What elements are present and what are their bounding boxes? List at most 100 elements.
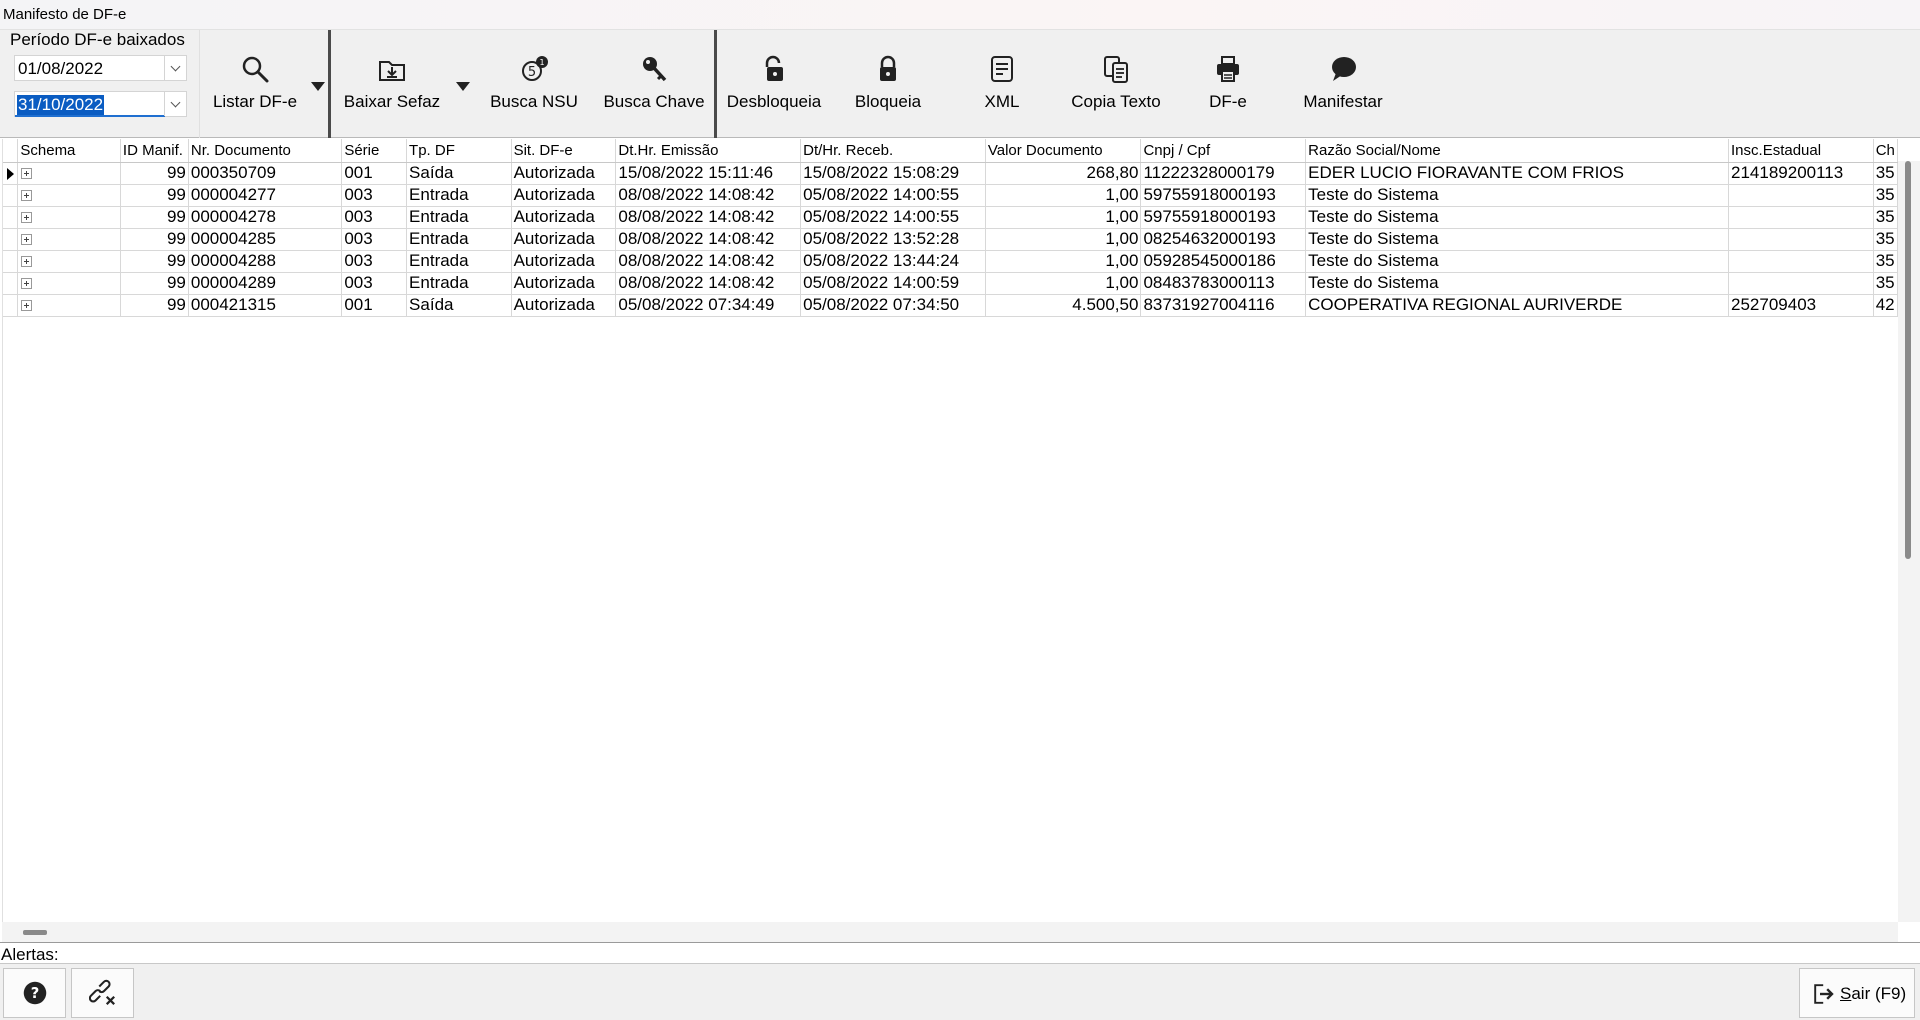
expand-icon[interactable] [21,300,33,312]
column-header[interactable]: Série [341,139,408,163]
cell-emissao[interactable]: 08/08/2022 14:08:42 [615,272,802,295]
cell-tp[interactable]: Entrada [406,228,512,251]
horizontal-scrollbar[interactable] [2,922,1898,942]
cell-tp[interactable]: Saída [406,294,512,317]
column-header[interactable]: Valor Documento [985,139,1142,163]
cell-razao[interactable]: Teste do Sistema [1305,250,1730,273]
table-row[interactable]: 99 000004288 003 Entrada Autorizada 08/08/202… [3,250,1899,273]
cell-ch[interactable]: 35 [1873,272,1899,295]
cell-valor[interactable]: 1,00 [985,228,1142,251]
table-row[interactable]: 99 000004289 003 Entrada Autorizada 08/08/202… [3,272,1899,295]
cell-cnpj[interactable]: 83731927004116 [1140,294,1307,317]
end-date-field[interactable]: 31/10/2022 [14,91,187,117]
baixar-sefaz-dropdown-arrow[interactable] [456,82,470,91]
cell-razao[interactable]: COOPERATIVA REGIONAL AURIVERDE [1305,294,1730,317]
cell-cnpj[interactable]: 11222328000179 [1140,162,1307,185]
bloqueia-button[interactable]: Bloqueia [842,54,934,124]
cell-ie[interactable] [1728,228,1874,251]
cell-tp[interactable]: Entrada [406,250,512,273]
listar-dropdown-arrow[interactable] [311,82,325,91]
vertical-scroll-thumb[interactable] [1905,161,1911,559]
cell-serie[interactable]: 001 [341,162,408,185]
cell-nr[interactable]: 000004277 [188,184,343,207]
cell-ie[interactable] [1728,272,1874,295]
column-header[interactable]: Schema [17,139,121,163]
cell-id[interactable]: 99 [120,228,189,251]
column-header[interactable]: Insc.Estadual [1728,139,1874,163]
cell-valor[interactable]: 4.500,50 [985,294,1142,317]
column-header[interactable]: ID Manif. [120,139,189,163]
cell-ie[interactable]: 214189200113 [1728,162,1874,185]
start-date-field[interactable]: 01/08/2022 [14,55,187,81]
table-row[interactable]: 99 000421315 001 Saída Autorizada 05/08/2022 … [3,294,1899,317]
cell-ch[interactable]: 35 [1873,228,1899,251]
cell-ch[interactable]: 35 [1873,250,1899,273]
cell-serie[interactable]: 003 [341,206,408,229]
cell-razao[interactable]: Teste do Sistema [1305,228,1730,251]
cell-ch[interactable]: 35 [1873,206,1899,229]
cell-receb[interactable]: 05/08/2022 14:00:55 [800,206,986,229]
cell-emissao[interactable]: 15/08/2022 15:11:46 [615,162,802,185]
horizontal-scroll-thumb[interactable] [23,930,47,935]
help-button[interactable]: ? [3,968,66,1018]
cell-valor[interactable]: 268,80 [985,162,1142,185]
cell-razao[interactable]: Teste do Sistema [1305,272,1730,295]
vertical-scrollbar[interactable] [1898,161,1920,922]
cell-sit[interactable]: Autorizada [511,294,617,317]
start-date-value[interactable]: 01/08/2022 [17,59,104,79]
cell-valor[interactable]: 1,00 [985,206,1142,229]
cell-emissao[interactable]: 08/08/2022 14:08:42 [615,184,802,207]
cell-id[interactable]: 99 [120,162,189,185]
cell-sit[interactable]: Autorizada [511,250,617,273]
cell-valor[interactable]: 1,00 [985,250,1142,273]
cell-serie[interactable]: 003 [341,184,408,207]
listar-dfe-button[interactable]: Listar DF-e [206,54,304,124]
cell-receb[interactable]: 05/08/2022 14:00:55 [800,184,986,207]
cell-receb[interactable]: 05/08/2022 14:00:59 [800,272,986,295]
end-date-value[interactable]: 31/10/2022 [17,95,105,115]
unlink-button[interactable] [71,968,134,1018]
cell-valor[interactable]: 1,00 [985,184,1142,207]
table-row[interactable]: 99 000004277 003 Entrada Autorizada 08/08/202… [3,184,1899,207]
copia-texto-button[interactable]: Copia Texto [1062,54,1170,124]
exit-button[interactable]: Sair (F9) [1799,968,1915,1018]
cell-sit[interactable]: Autorizada [511,206,617,229]
xml-button[interactable]: XML [962,54,1042,124]
desbloqueia-button[interactable]: Desbloqueia [722,54,826,124]
column-header[interactable]: Dt/Hr. Receb. [800,139,986,163]
cell-nr[interactable]: 000421315 [188,294,343,317]
expand-icon[interactable] [21,190,33,202]
column-header[interactable]: Ch [1873,139,1899,163]
cell-serie[interactable]: 003 [341,228,408,251]
busca-nsu-button[interactable]: 5 1 Busca NSU [486,54,582,124]
column-header[interactable]: Razão Social/Nome [1305,139,1730,163]
cell-nr[interactable]: 000004278 [188,206,343,229]
cell-id[interactable]: 99 [120,184,189,207]
baixar-sefaz-button[interactable]: Baixar Sefaz [338,54,446,124]
cell-tp[interactable]: Entrada [406,184,512,207]
table-row[interactable]: 99 000004278 003 Entrada Autorizada 08/08/202… [3,206,1899,229]
cell-ch[interactable]: 35 [1873,184,1899,207]
cell-cnpj[interactable]: 08483783000113 [1140,272,1307,295]
cell-receb[interactable]: 05/08/2022 07:34:50 [800,294,986,317]
cell-emissao[interactable]: 08/08/2022 14:08:42 [615,250,802,273]
cell-nr[interactable]: 000004289 [188,272,343,295]
cell-nr[interactable]: 000004285 [188,228,343,251]
expand-icon[interactable] [21,234,33,246]
column-header[interactable]: Cnpj / Cpf [1140,139,1307,163]
cell-razao[interactable]: Teste do Sistema [1305,206,1730,229]
column-header[interactable]: Dt.Hr. Emissão [615,139,802,163]
cell-tp[interactable]: Entrada [406,272,512,295]
busca-chave-button[interactable]: Busca Chave [598,54,710,124]
cell-sit[interactable]: Autorizada [511,162,617,185]
column-header[interactable]: Sit. DF-e [511,139,617,163]
table-row[interactable]: 99 000004285 003 Entrada Autorizada 08/08/202… [3,228,1899,251]
cell-cnpj[interactable]: 59755918000193 [1140,206,1307,229]
expand-icon[interactable] [21,168,33,180]
print-dfe-button[interactable]: DF-e [1188,54,1268,124]
cell-sit[interactable]: Autorizada [511,228,617,251]
cell-cnpj[interactable]: 05928545000186 [1140,250,1307,273]
cell-ie[interactable]: 252709403 [1728,294,1874,317]
cell-tp[interactable]: Saída [406,162,512,185]
cell-cnpj[interactable]: 08254632000193 [1140,228,1307,251]
